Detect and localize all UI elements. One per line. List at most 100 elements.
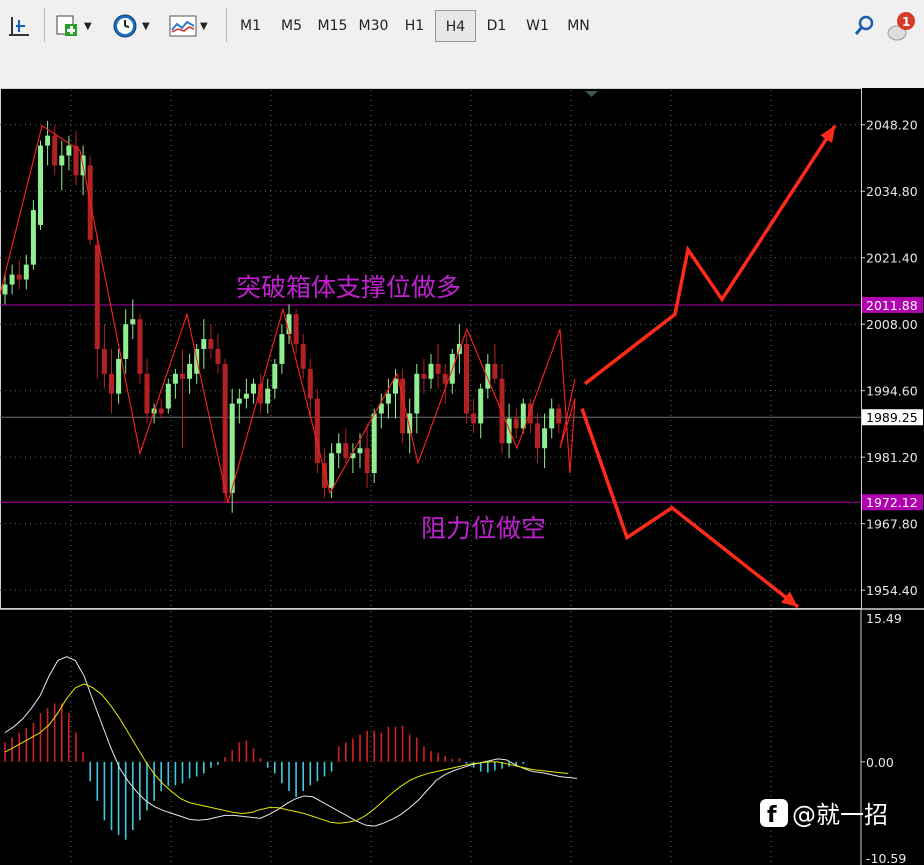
timeframe-bar: M1 M5 M15 M30 H1 H4 D1 W1 MN (230, 8, 599, 44)
crosshair-tool-button[interactable] (4, 11, 34, 41)
timeframe-mn-button[interactable]: MN (558, 10, 599, 42)
price-tick-label: 1981.20 (866, 450, 918, 465)
price-tick-label: 1994.60 (866, 384, 918, 399)
level-price-label: 2011.88 (866, 298, 918, 313)
candle-bull (549, 408, 555, 429)
chevron-down-icon[interactable]: ▼ (142, 21, 150, 32)
price-tick-label: 1967.80 (866, 517, 918, 532)
candle-bear (144, 373, 150, 414)
candle-bear (208, 339, 214, 349)
timeframe-m15-button[interactable]: M15 (312, 10, 353, 42)
candle-bear (556, 408, 562, 424)
candle-bear (16, 274, 22, 280)
new-chart-group: ▼ (52, 6, 92, 46)
timeframe-w1-button[interactable]: W1 (517, 10, 558, 42)
candle-bull (279, 334, 285, 364)
timeframe-h1-button[interactable]: H1 (394, 10, 435, 42)
chart-area[interactable]: 2011.88 1972.12 1989.25 2048.20 2034.80 2021… (0, 88, 924, 865)
candle-bull (336, 443, 342, 454)
timeframe-m1-button[interactable]: M1 (230, 10, 271, 42)
candle-bear (222, 363, 228, 493)
candle-bear (343, 443, 349, 459)
candle-bear (293, 314, 299, 345)
candle-bull (23, 264, 29, 280)
candle-bear (52, 135, 58, 166)
new-chart-button[interactable] (52, 11, 82, 41)
candle-bear (94, 244, 100, 349)
notifications-group: 1 (886, 6, 916, 46)
candle-bull (59, 155, 65, 166)
candle-bear (307, 368, 313, 399)
timeframe-h4-button[interactable]: H4 (435, 10, 476, 42)
search-group (850, 6, 880, 46)
candle-bear (421, 373, 427, 379)
candle-bear (137, 319, 143, 374)
candle-bull (187, 363, 193, 379)
watermark-text: @就一招 (792, 801, 888, 829)
candle-bear (492, 363, 498, 379)
candle-bull (130, 319, 136, 325)
period-tools (4, 6, 34, 46)
candle-bear (464, 344, 469, 414)
candle-bear (471, 413, 477, 424)
price-tick-label: 2021.40 (866, 251, 918, 266)
candle-bull (265, 388, 271, 404)
candle-bear (442, 373, 448, 384)
candle-bear (435, 363, 441, 374)
candle-bear (513, 418, 519, 429)
candle-bull (38, 145, 43, 225)
candle-bull (229, 403, 235, 493)
candle-bull (428, 363, 434, 379)
timeframe-m5-button[interactable]: M5 (271, 10, 312, 42)
candle-bear (300, 344, 306, 369)
candle-bear (364, 448, 370, 474)
candle-bull (2, 284, 8, 295)
chat-bubble-icon (887, 12, 915, 41)
candle-bear (215, 349, 221, 364)
history-group: ▼ (110, 6, 150, 46)
indicators-button[interactable] (168, 11, 198, 41)
price-tick-label: 2008.00 (866, 317, 918, 332)
candle-bull (243, 393, 249, 399)
crosshair-icon (9, 17, 29, 36)
candle-bull (165, 383, 171, 409)
price-tick-label: 1954.40 (866, 583, 918, 598)
candle-bear (73, 145, 79, 176)
timeframe-m30-button[interactable]: M30 (353, 10, 394, 42)
candle-bear (314, 398, 320, 464)
candle-bull (172, 373, 178, 384)
notification-badge: 1 (902, 15, 911, 29)
candle-bull (357, 448, 363, 454)
candle-bull (272, 363, 278, 389)
candle-bull (45, 135, 51, 146)
candle-bull (236, 398, 242, 404)
logo-glyph: f (767, 803, 777, 828)
candle-bull (407, 413, 413, 434)
candle-bull (506, 418, 512, 444)
candle-bull (116, 358, 122, 394)
candle-bull (329, 453, 335, 488)
chevron-down-icon[interactable]: ▼ (84, 21, 92, 32)
candle-bear (535, 423, 540, 449)
candle-bull (414, 373, 420, 414)
candle-bear (101, 349, 107, 374)
timeframe-d1-button[interactable]: D1 (476, 10, 517, 42)
search-icon (854, 15, 874, 35)
notifications-button[interactable]: 1 (886, 11, 916, 41)
price-tick-label: 2034.80 (866, 184, 918, 199)
toolbar-separator (44, 8, 45, 42)
candle-bull (393, 378, 398, 394)
add-chart-icon (56, 15, 77, 36)
long-annotation: 突破箱体支撑位做多 (236, 273, 461, 302)
candle-bull (385, 393, 391, 404)
candle-bull (542, 428, 548, 449)
indicators-group: ▼ (168, 6, 208, 46)
toolbar: ▼ ▼ ▼ M1 M5 M15 M30 H1 H4 D1 W1 MN 1 (0, 0, 924, 89)
chevron-down-icon[interactable]: ▼ (200, 21, 208, 32)
candle-bear (180, 373, 185, 379)
candle-bear (499, 378, 505, 444)
watermark: f @就一招 (760, 799, 888, 829)
candle-bull (123, 324, 129, 359)
search-button[interactable] (850, 11, 880, 41)
history-button[interactable] (110, 11, 140, 41)
